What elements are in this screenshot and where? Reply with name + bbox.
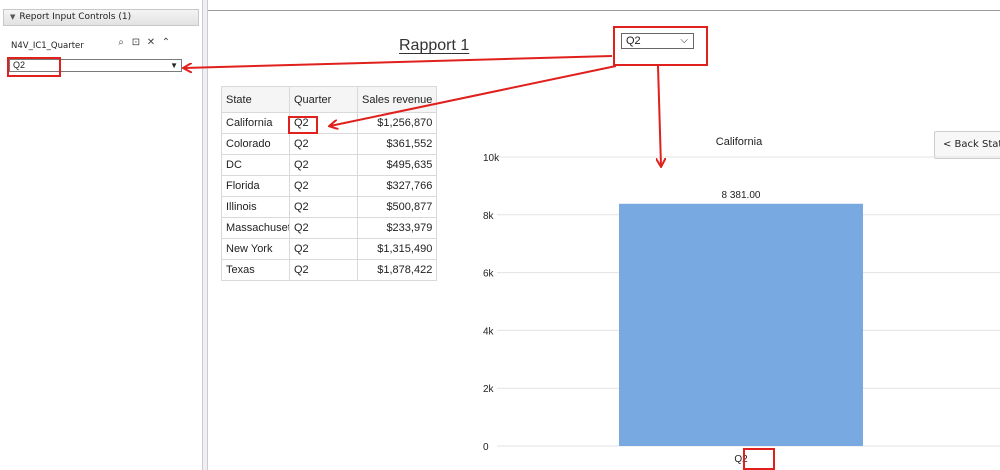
y-tick-label: 4k — [483, 326, 495, 337]
highlight-top-select — [613, 26, 708, 66]
y-tick-label: 2k — [483, 384, 495, 395]
y-tick-label: 0 — [483, 442, 489, 453]
bar — [619, 203, 863, 446]
y-tick-label: 10k — [483, 153, 500, 164]
chart-title: California — [716, 136, 763, 148]
highlight-panel-select — [7, 57, 61, 77]
revenue-chart: California02k4k6k8k10k8 381.00Q2 — [0, 55, 1000, 465]
highlight-chart-category — [743, 448, 775, 470]
y-tick-label: 6k — [483, 269, 495, 280]
arrow-to-table-cell — [330, 65, 617, 126]
arrow-to-panel-select — [184, 55, 613, 68]
y-tick-label: 8k — [483, 211, 495, 222]
arrow-to-chart-line — [658, 65, 661, 166]
data-label: 8 381.00 — [722, 190, 761, 201]
highlight-table-cell — [288, 116, 318, 134]
annotation-arrows — [184, 55, 661, 166]
